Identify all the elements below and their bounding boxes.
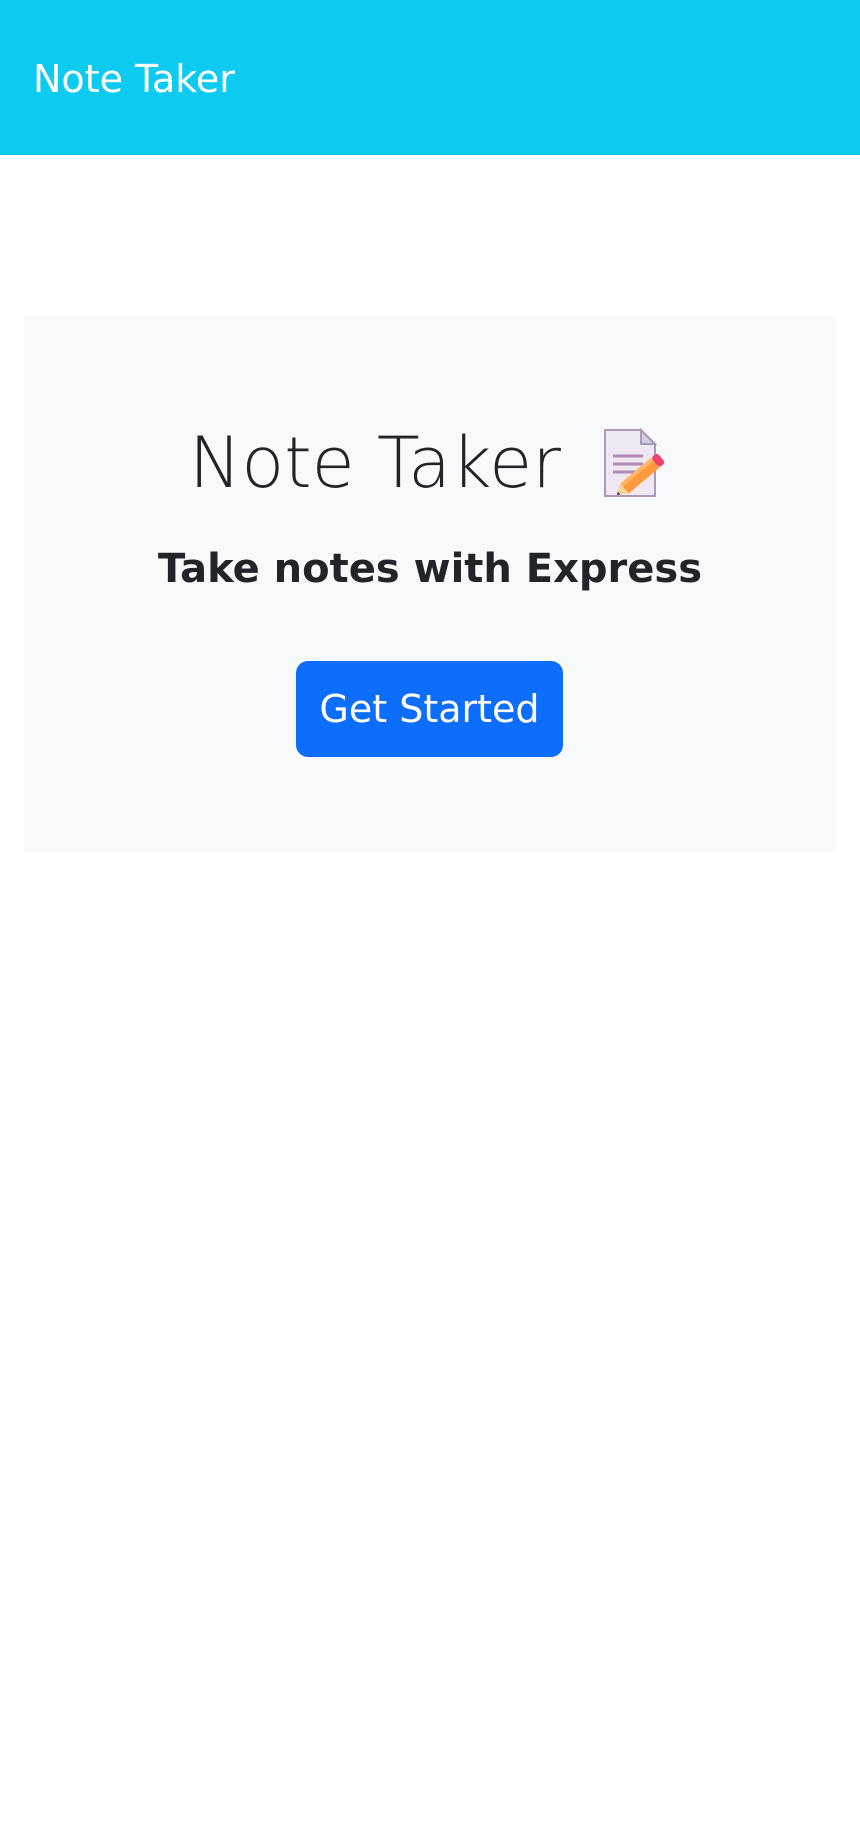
hero-title-text: Note Taker	[189, 422, 561, 504]
hero-section: Note Taker Take notes with Express Get S…	[24, 316, 836, 852]
get-started-button[interactable]: Get Started	[296, 661, 563, 757]
hero-subtitle: Take notes with Express	[157, 546, 703, 592]
navbar-brand[interactable]: Note Taker	[33, 57, 235, 101]
hero-title: Note Taker	[24, 426, 836, 500]
memo-icon	[597, 426, 671, 500]
navbar: Note Taker	[0, 0, 860, 155]
